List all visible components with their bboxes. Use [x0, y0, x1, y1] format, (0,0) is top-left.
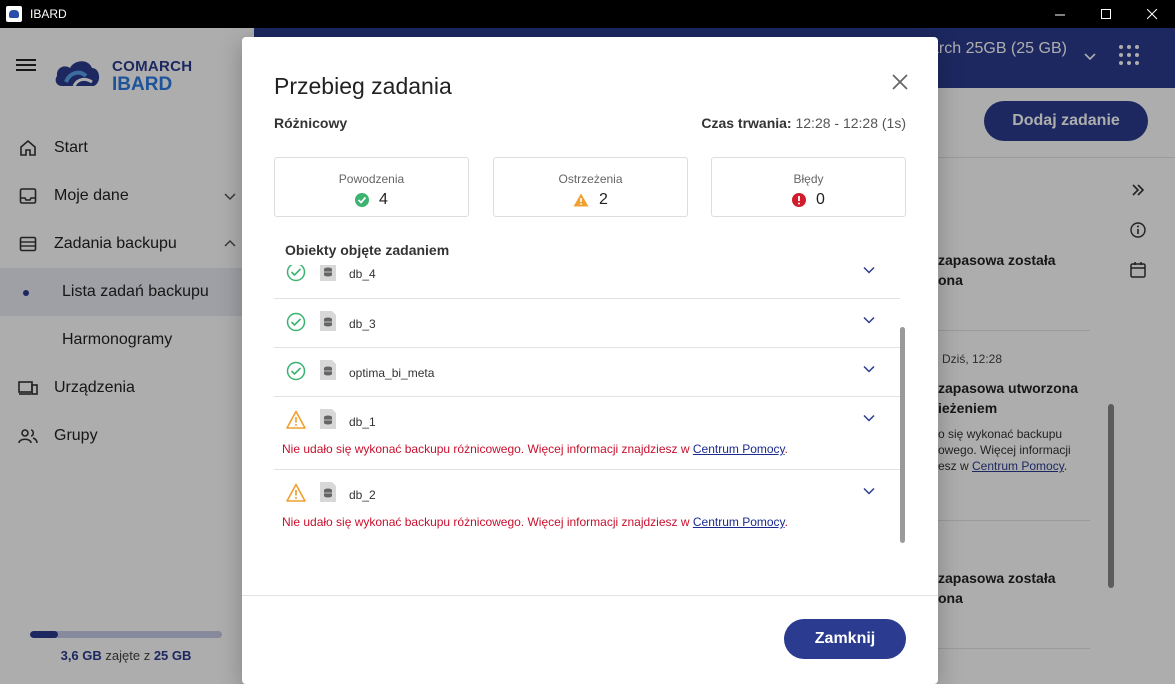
close-icon — [1146, 8, 1157, 19]
stat-value: 2 — [599, 191, 608, 208]
minimize-icon — [1054, 14, 1065, 15]
check-circle-icon — [286, 312, 306, 332]
maximize-button[interactable] — [1083, 0, 1129, 28]
error-text-end: . — [784, 515, 789, 529]
warning-icon — [286, 483, 306, 502]
error-text-end: . — [784, 442, 789, 456]
close-button[interactable]: Zamknij — [784, 619, 906, 659]
warning-icon — [573, 193, 589, 207]
close-window-button[interactable] — [1129, 0, 1175, 28]
error-icon — [792, 193, 807, 207]
window-title: IBARD — [30, 7, 67, 21]
app-icon — [6, 6, 22, 22]
backup-type: Różnicowy — [274, 115, 348, 131]
stat-value: 0 — [816, 191, 825, 208]
chevron-down-icon[interactable] — [862, 362, 876, 376]
stat-label: Ostrzeżenia — [558, 172, 623, 186]
maximize-icon — [1100, 8, 1111, 19]
objects-title: Obiekty objęte zadaniem — [285, 242, 450, 258]
window-titlebar: IBARD — [0, 0, 1175, 28]
divider — [242, 595, 938, 596]
check-circle-icon — [355, 193, 370, 207]
scrollbar[interactable] — [900, 327, 905, 543]
list-item[interactable]: db_4 — [274, 265, 900, 299]
object-name: optima_bi_meta — [349, 366, 435, 380]
help-center-link[interactable]: Centrum Pomocy — [693, 442, 785, 456]
chevron-down-icon[interactable] — [862, 484, 876, 498]
dialog-title: Przebieg zadania — [274, 73, 452, 99]
object-name: db_2 — [349, 488, 376, 502]
minimize-button[interactable] — [1037, 0, 1083, 28]
list-item[interactable]: optima_bi_meta — [274, 348, 900, 397]
check-circle-icon — [286, 265, 306, 282]
error-message: Nie udało się wykonać backupu różnicoweg… — [282, 515, 788, 529]
database-file-icon — [320, 265, 336, 281]
object-name: db_4 — [349, 267, 376, 281]
stat-label: Powodzenia — [338, 172, 405, 186]
database-file-icon — [320, 311, 336, 331]
duration-label: Czas trwania: — [701, 115, 792, 131]
list-item[interactable]: db_1 Nie udało się wykonać backupu różni… — [274, 397, 900, 470]
help-center-link[interactable]: Centrum Pomocy — [693, 515, 785, 529]
duration: Czas trwania: 12:28 - 12:28 (1s) — [701, 115, 906, 131]
database-file-icon — [320, 409, 336, 429]
stat-success: Powodzenia 4 — [274, 157, 469, 217]
close-icon[interactable] — [890, 72, 910, 92]
duration-value: 12:28 - 12:28 (1s) — [791, 115, 906, 131]
error-text: Nie udało się wykonać backupu różnicoweg… — [282, 442, 693, 456]
object-name: db_3 — [349, 317, 376, 331]
error-message: Nie udało się wykonać backupu różnicoweg… — [282, 442, 788, 456]
objects-list: db_4 db_3 optima_bi_meta db_1 Nie udało … — [274, 265, 900, 575]
list-item[interactable]: db_2 Nie udało się wykonać backupu różni… — [274, 470, 900, 543]
chevron-down-icon[interactable] — [862, 313, 876, 327]
chevron-down-icon[interactable] — [862, 265, 876, 277]
stat-error: Błędy 0 — [711, 157, 906, 217]
stat-label: Błędy — [793, 172, 824, 186]
stat-warning: Ostrzeżenia 2 — [493, 157, 688, 217]
chevron-down-icon[interactable] — [862, 411, 876, 425]
list-item[interactable]: db_3 — [274, 299, 900, 348]
database-file-icon — [320, 482, 336, 502]
check-circle-icon — [286, 361, 306, 381]
task-details-dialog: Przebieg zadania Różnicowy Czas trwania:… — [242, 37, 938, 684]
error-text: Nie udało się wykonać backupu różnicoweg… — [282, 515, 693, 529]
object-name: db_1 — [349, 415, 376, 429]
database-file-icon — [320, 360, 336, 380]
stat-value: 4 — [379, 191, 388, 208]
warning-icon — [286, 410, 306, 429]
